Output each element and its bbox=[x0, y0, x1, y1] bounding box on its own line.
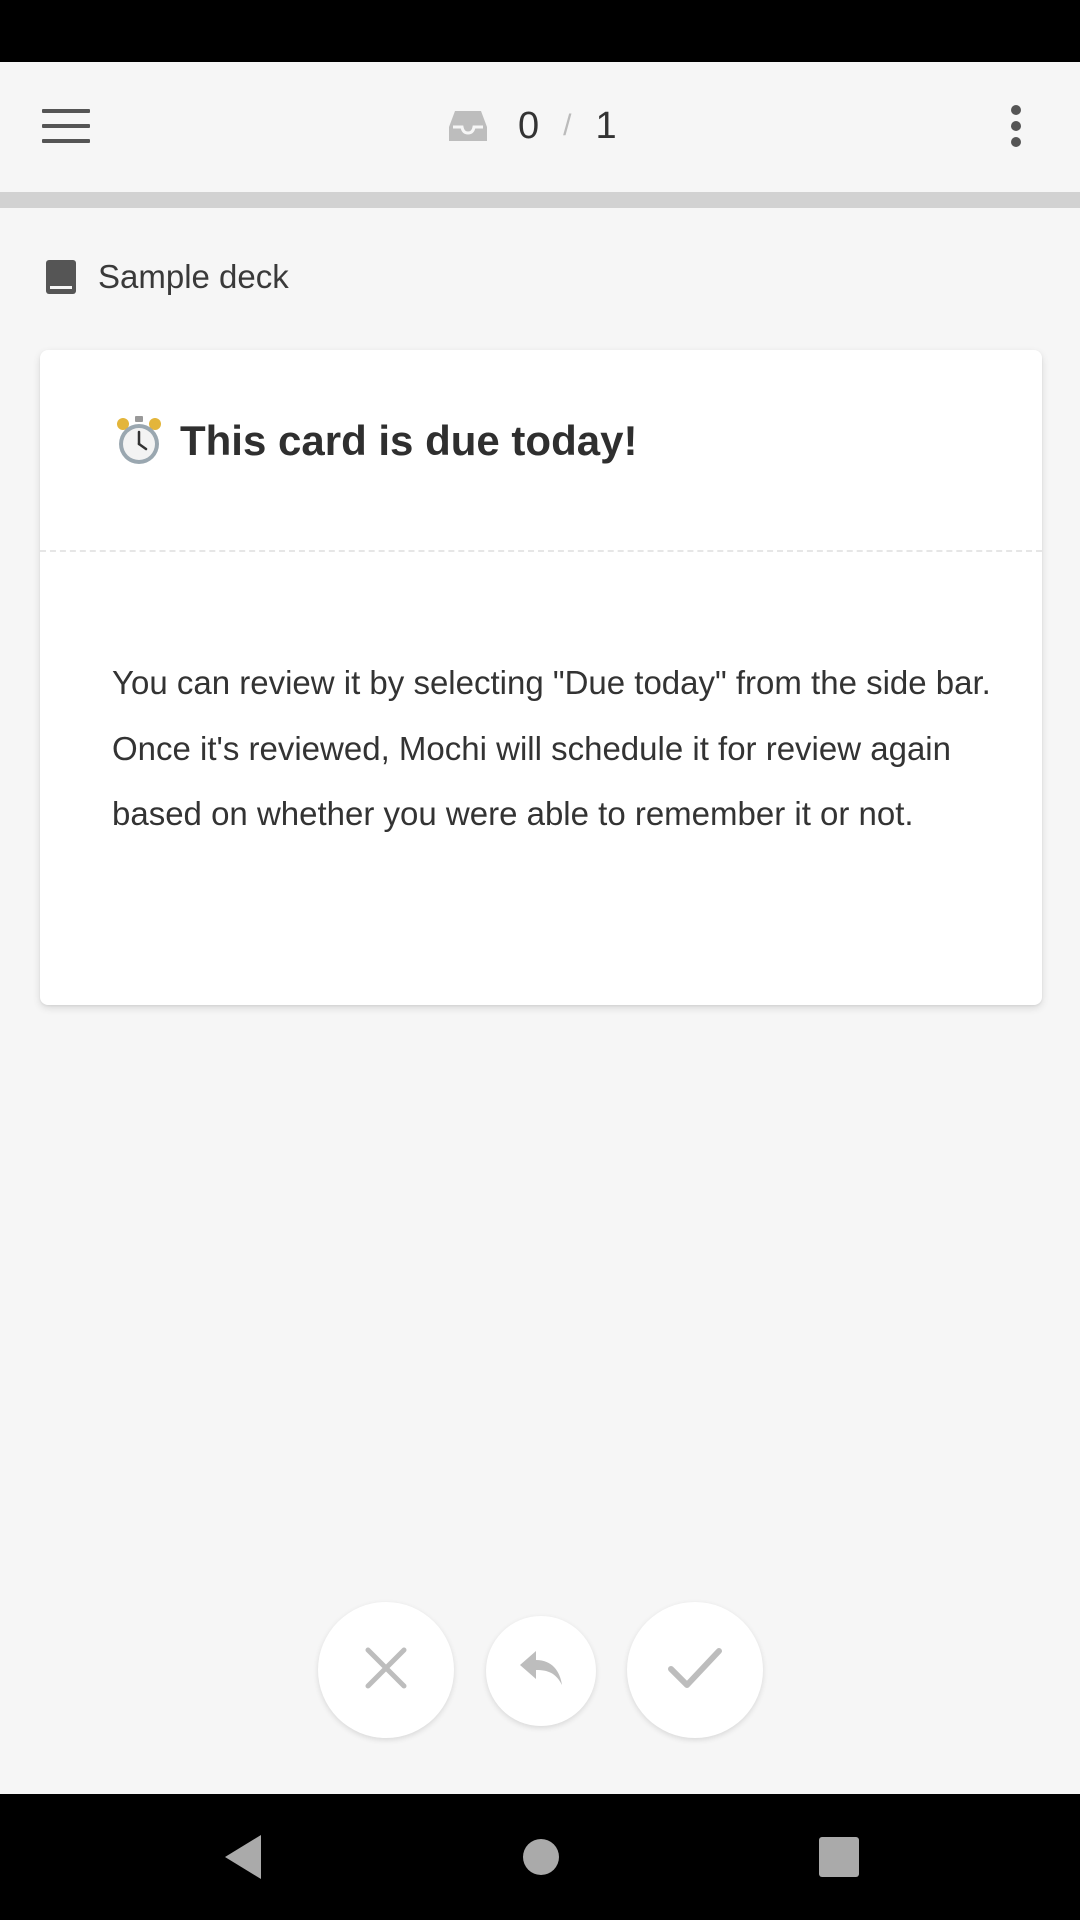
hamburger-menu-icon[interactable] bbox=[30, 90, 102, 162]
status-bar bbox=[0, 0, 1080, 62]
system-nav-bar bbox=[0, 1794, 1080, 1920]
counter-total: 1 bbox=[595, 104, 617, 147]
more-vertical-icon[interactable] bbox=[980, 90, 1052, 162]
check-icon bbox=[667, 1647, 723, 1694]
undo-icon bbox=[518, 1649, 564, 1694]
flashcard[interactable]: This card is due today! You can review i… bbox=[40, 350, 1042, 1005]
deck-name: Sample deck bbox=[98, 258, 289, 295]
undo-button[interactable] bbox=[486, 1616, 596, 1726]
alarm-clock-icon bbox=[112, 414, 166, 468]
close-icon bbox=[364, 1646, 408, 1695]
card-front: This card is due today! bbox=[40, 350, 1042, 552]
counter-current: 0 bbox=[518, 104, 540, 147]
review-progress-bar bbox=[0, 192, 1080, 208]
review-actions bbox=[0, 1600, 1080, 1740]
forgot-button[interactable] bbox=[318, 1602, 454, 1738]
review-counter: 0 / 1 bbox=[440, 98, 617, 154]
back-icon[interactable] bbox=[210, 1824, 276, 1890]
card-title: This card is due today! bbox=[112, 414, 637, 468]
counter-separator: / bbox=[563, 109, 572, 142]
inbox-icon bbox=[440, 98, 496, 154]
app-bar: 0 / 1 bbox=[0, 62, 1080, 192]
remember-button[interactable] bbox=[627, 1602, 763, 1738]
card-back-text: You can review it by selecting "Due toda… bbox=[112, 664, 991, 832]
deck-label[interactable]: Sample deck bbox=[44, 252, 289, 302]
book-icon bbox=[44, 257, 78, 297]
home-icon[interactable] bbox=[508, 1824, 574, 1890]
card-title-text: This card is due today! bbox=[180, 417, 638, 464]
recent-apps-icon[interactable] bbox=[806, 1824, 872, 1890]
